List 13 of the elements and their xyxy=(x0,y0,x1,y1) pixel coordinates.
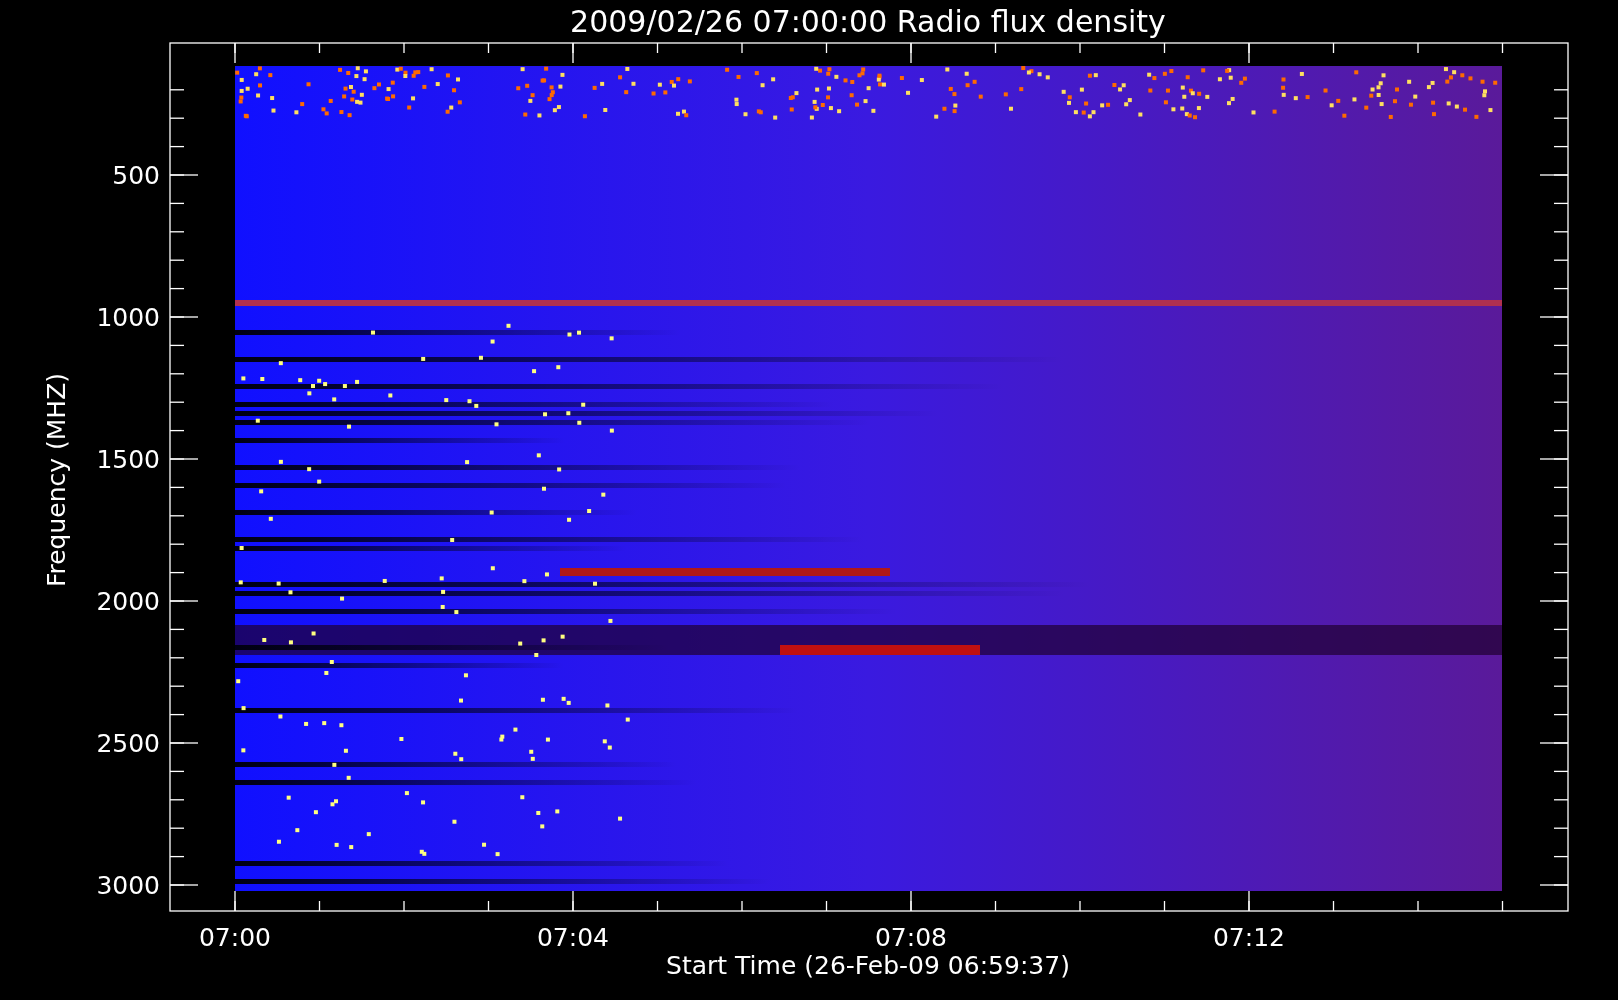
y-tick-label: 2000 xyxy=(96,587,160,616)
y-tick-label: 2500 xyxy=(96,729,160,758)
y-tick-label: 500 xyxy=(112,161,160,190)
x-tick-label: 07:08 xyxy=(875,923,947,952)
y-tick-label: 1000 xyxy=(96,303,160,332)
y-axis-label: Frequency (MHZ) xyxy=(42,372,71,588)
chart-title: 2009/02/26 07:00:00 Radio flux density xyxy=(570,4,1166,39)
y-tick-label: 1500 xyxy=(96,445,160,474)
x-axis-label: Start Time (26-Feb-09 06:59:37) xyxy=(666,951,1070,980)
y-tick-label: 3000 xyxy=(96,871,160,900)
x-tick-label: 07:00 xyxy=(199,923,271,952)
x-tick-label: 07:04 xyxy=(537,923,609,952)
x-tick-label: 07:12 xyxy=(1213,923,1285,952)
